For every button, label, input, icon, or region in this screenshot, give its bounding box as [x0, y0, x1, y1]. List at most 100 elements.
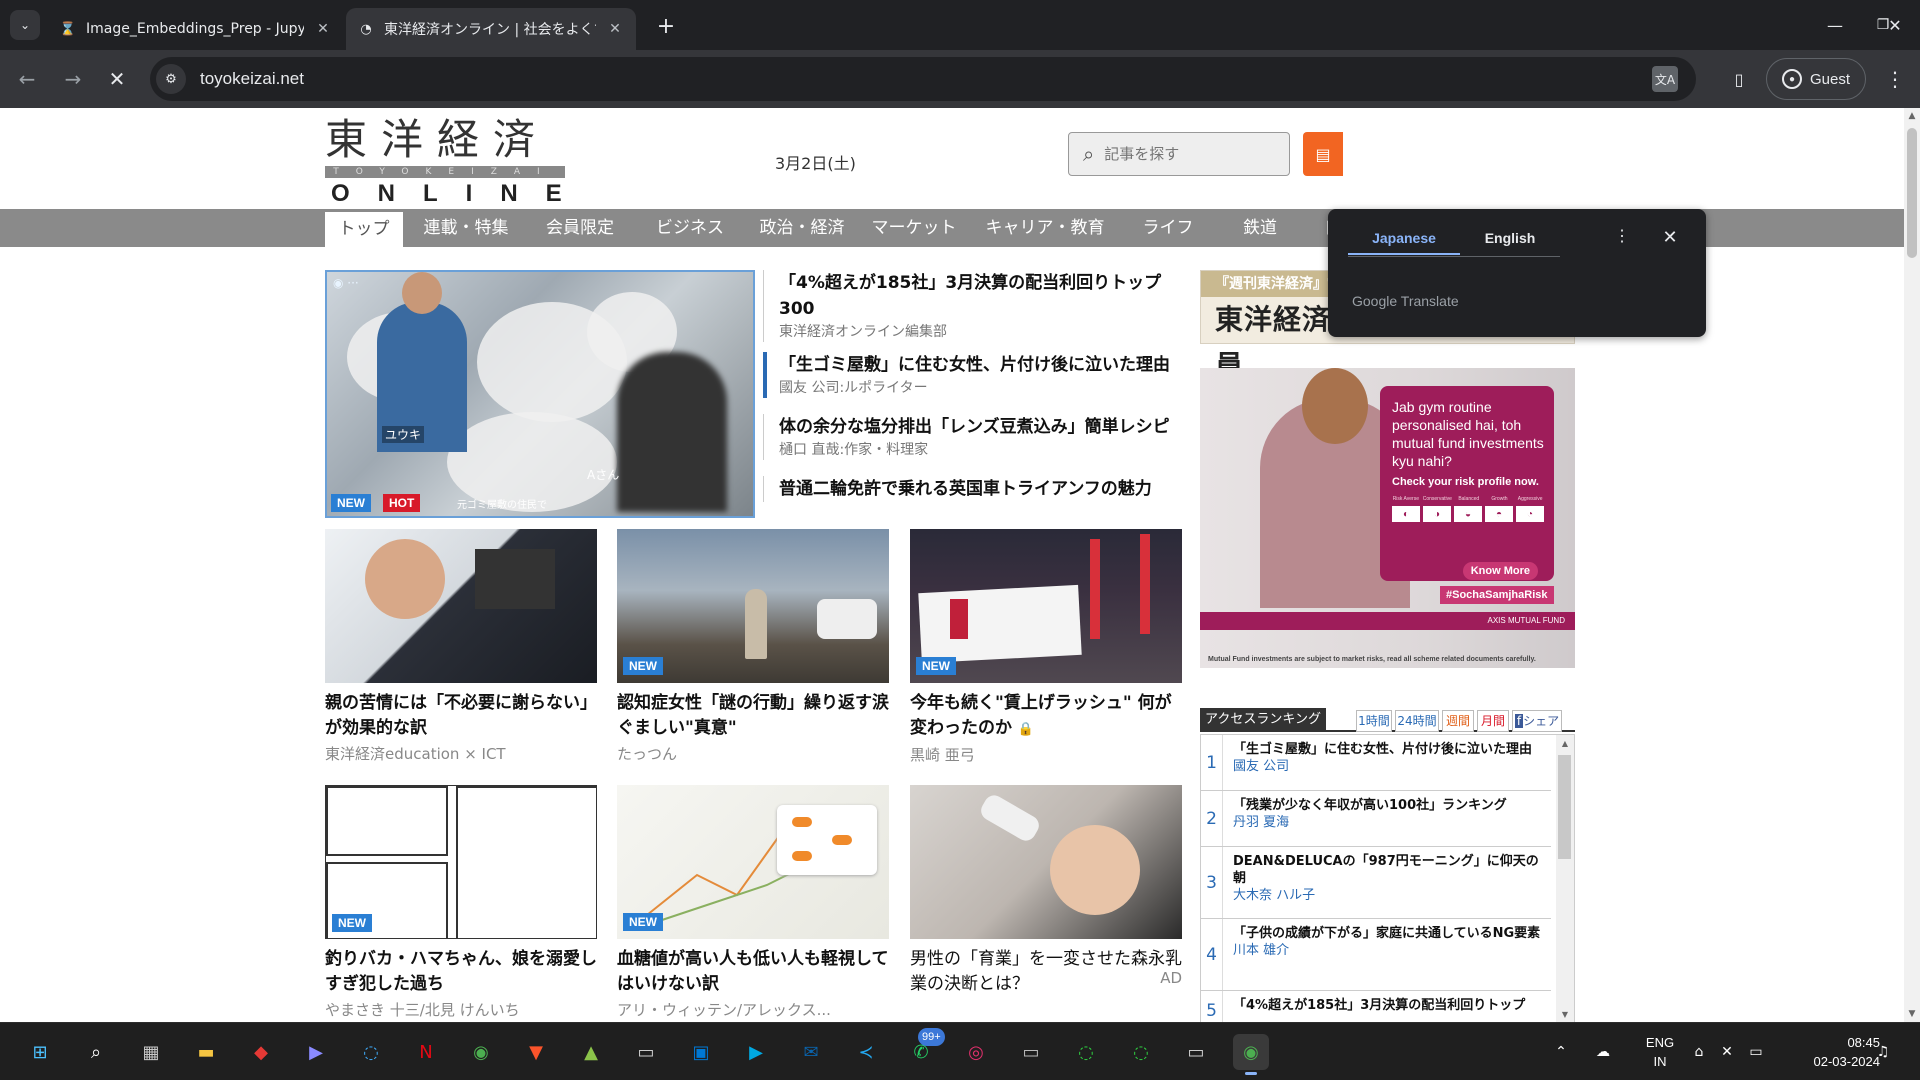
- scroll-up-icon[interactable]: ▲: [1556, 739, 1574, 748]
- article-title[interactable]: 親の苦情には「不必要に謝らない」が効果的な訳: [325, 691, 597, 741]
- ranking-scrollbar[interactable]: ▲ ▼: [1556, 735, 1574, 1022]
- battery-icon[interactable]: ▭: [1742, 1023, 1770, 1080]
- minimize-button[interactable]: —: [1810, 0, 1860, 50]
- hero-item[interactable]: 体の余分な塩分排出「レンズ豆煮込み」簡単レシピ 樋口 直哉:作家・料理家: [763, 414, 1183, 460]
- language-indicator[interactable]: ENG IN: [1638, 1033, 1682, 1071]
- hero-item-title[interactable]: 体の余分な塩分排出「レンズ豆煮込み」簡単レシピ: [779, 414, 1183, 440]
- nav-item-members[interactable]: 会員限定: [530, 209, 630, 247]
- profile-button[interactable]: ● Guest: [1766, 58, 1866, 100]
- article-image[interactable]: [325, 529, 597, 683]
- article-title[interactable]: 釣りバカ・ハマちゃん、娘を溺愛しすぎ犯した過ち: [325, 947, 597, 997]
- terminal-icon[interactable]: ▭: [628, 1034, 664, 1070]
- rank-title[interactable]: 「4%超えが185社」3月決算の配当利回りトップ: [1233, 991, 1551, 1014]
- scroll-thumb[interactable]: [1907, 128, 1917, 258]
- vscode-icon[interactable]: ≺: [848, 1034, 884, 1070]
- ad-know-more-button[interactable]: Know More: [1462, 562, 1538, 580]
- edge-icon[interactable]: ◌: [353, 1034, 389, 1070]
- tab-english[interactable]: English: [1460, 225, 1560, 255]
- article-title[interactable]: 今年も続く"賃上げラッシュ" 何が変わったのか 🔒: [910, 691, 1182, 742]
- nav-item-career[interactable]: キャリア・教育: [980, 209, 1110, 247]
- address-bar[interactable]: ⚙ toyokeizai.net 文A: [150, 57, 1696, 101]
- clock[interactable]: 08:45 02-03-2024: [1780, 1033, 1881, 1071]
- hero-item[interactable]: 普通二輪免許で乗れる英国車トライアンフの魅力: [763, 476, 1183, 502]
- rank-author[interactable]: 丹羽 夏海: [1233, 814, 1551, 831]
- article-title[interactable]: 男性の「育業」を一変させた森永乳業の決断とは？: [910, 947, 1182, 997]
- page-scrollbar[interactable]: ▲ ▼: [1904, 108, 1920, 1022]
- ranking-row[interactable]: 5 「4%超えが185社」3月決算の配当利回りトップ: [1201, 991, 1551, 1022]
- search-icon[interactable]: ⌕: [78, 1034, 114, 1070]
- ranking-row[interactable]: 1 「生ゴミ屋敷」に住む女性、片付け後に泣いた理由 國友 公司: [1201, 735, 1551, 791]
- app-icon[interactable]: ▭: [1013, 1034, 1049, 1070]
- article-card[interactable]: NEW 認知症女性「謎の行動」繰り返す涙ぐましい"真意" たっつん: [617, 529, 889, 765]
- rank-title[interactable]: DEAN&DELUCAの「987円モーニング」に仰天の朝: [1233, 847, 1551, 887]
- hero-item-title[interactable]: 普通二輪免許で乗れる英国車トライアンフの魅力: [779, 476, 1183, 502]
- translate-icon[interactable]: 文A: [1652, 66, 1678, 92]
- hero-image[interactable]: ◉ ··· ユウキ Aさん 元ゴミ屋敷の住民で NEW HOT: [325, 270, 755, 518]
- article-title-text[interactable]: 今年も続く"賃上げラッシュ" 何が変わったのか: [910, 693, 1172, 738]
- nav-item-railway[interactable]: 鉄道: [1222, 209, 1298, 247]
- nav-item-top[interactable]: トップ: [325, 209, 403, 247]
- volume-muted-icon[interactable]: ✕: [1714, 1023, 1740, 1080]
- windows-start-icon[interactable]: ⊞: [22, 1034, 58, 1070]
- chrome-icon[interactable]: ◉: [1233, 1034, 1269, 1075]
- site-search[interactable]: ⌕: [1068, 132, 1290, 176]
- article-image[interactable]: NEW: [910, 529, 1182, 683]
- bell-icon[interactable]: ♫: [1868, 1023, 1898, 1080]
- site-logo[interactable]: 東洋経済 TOYOKEIZAI ONLINE: [325, 116, 565, 207]
- cloud-icon[interactable]: ☁: [1588, 1023, 1618, 1080]
- netflix-icon[interactable]: N: [408, 1034, 444, 1070]
- app-icon[interactable]: ▲: [573, 1034, 609, 1070]
- scroll-down-icon[interactable]: ▼: [1904, 1006, 1920, 1022]
- article-title[interactable]: 認知症女性「謎の行動」繰り返す涙ぐましい"真意": [617, 691, 889, 741]
- nav-item-market[interactable]: マーケット: [862, 209, 966, 247]
- new-tab-button[interactable]: +: [652, 12, 680, 40]
- rank-author[interactable]: 大木奈 ハル子: [1233, 887, 1551, 904]
- close-icon[interactable]: ✕: [1658, 225, 1682, 249]
- hero-item[interactable]: 「4%超えが185社」3月決算の配当利回りトップ300 東洋経済オンライン編集部: [763, 270, 1183, 342]
- tab-japanese[interactable]: Japanese: [1348, 225, 1460, 255]
- forward-button[interactable]: →: [58, 64, 88, 94]
- menu-book-button[interactable]: ▤: [1303, 132, 1343, 176]
- ranking-tab-24h[interactable]: 24時間: [1395, 710, 1439, 732]
- site-search-input[interactable]: [1104, 145, 1255, 163]
- article-card[interactable]: NEW 釣りバカ・ハマちゃん、娘を溺愛しすぎ犯した過ち やまさき 十三/北見 け…: [325, 785, 597, 1021]
- ranking-tab-week[interactable]: 週間: [1442, 710, 1474, 732]
- rank-author[interactable]: 國友 公司: [1233, 758, 1551, 775]
- rank-title[interactable]: 「残業が少なく年収が高い100社」ランキング: [1233, 791, 1551, 814]
- chrome-icon[interactable]: ◉: [463, 1034, 499, 1070]
- scroll-up-icon[interactable]: ▲: [1904, 108, 1920, 124]
- app-icon[interactable]: ▶: [298, 1034, 334, 1070]
- app-icon[interactable]: ◆: [243, 1034, 279, 1070]
- close-icon[interactable]: ✕: [606, 20, 624, 38]
- store-icon[interactable]: ▣: [683, 1034, 719, 1070]
- advertisement[interactable]: Jab gym routine personalised hai, toh mu…: [1200, 368, 1575, 668]
- scroll-down-icon[interactable]: ▼: [1556, 1010, 1574, 1019]
- widgets-icon[interactable]: ▦: [133, 1034, 169, 1070]
- nav-item-series[interactable]: 連載・特集: [414, 209, 518, 247]
- tab-search-button[interactable]: ⌄: [10, 10, 40, 40]
- article-card[interactable]: NEW 今年も続く"賃上げラッシュ" 何が変わったのか 🔒 黒崎 亜弓: [910, 529, 1182, 766]
- brave-icon[interactable]: ▼: [518, 1034, 554, 1070]
- nav-item-life[interactable]: ライフ: [1128, 209, 1208, 247]
- window-close-button[interactable]: ✕: [1870, 0, 1920, 50]
- back-button[interactable]: ←: [12, 64, 42, 94]
- nav-item-politics[interactable]: 政治・経済: [752, 209, 852, 247]
- ranking-tab-share[interactable]: f シェア: [1512, 710, 1562, 732]
- tab-jupyter[interactable]: ⌛ Image_Embeddings_Prep - Jupy ✕: [48, 8, 344, 50]
- tab-toyokeizai[interactable]: ◔ 東洋経済オンライン | 社会をよくする ✕: [346, 8, 636, 50]
- close-icon[interactable]: ✕: [314, 20, 332, 38]
- chevron-up-icon[interactable]: ⌃: [1546, 1023, 1576, 1080]
- ranking-row[interactable]: 4 「子供の成績が下がる」家庭に共通しているNG要素 川本 雄介: [1201, 919, 1551, 991]
- stop-button[interactable]: ✕: [102, 64, 132, 94]
- scroll-thumb[interactable]: [1558, 755, 1571, 859]
- more-vert-icon[interactable]: ⋮: [1610, 225, 1634, 249]
- nav-item-business[interactable]: ビジネス: [642, 209, 738, 247]
- prime-video-icon[interactable]: ▶: [738, 1034, 774, 1070]
- outlook-icon[interactable]: ✉: [793, 1034, 829, 1070]
- article-image[interactable]: NEW: [617, 785, 889, 939]
- article-image[interactable]: NEW: [617, 529, 889, 683]
- browser-menu-button[interactable]: ⋮: [1880, 64, 1910, 94]
- rank-title[interactable]: 「生ゴミ屋敷」に住む女性、片付け後に泣いた理由: [1233, 735, 1551, 758]
- site-info-icon[interactable]: ⚙: [156, 64, 186, 94]
- article-card-ad[interactable]: 男性の「育業」を一変させた森永乳業の決断とは？ AD: [910, 785, 1182, 997]
